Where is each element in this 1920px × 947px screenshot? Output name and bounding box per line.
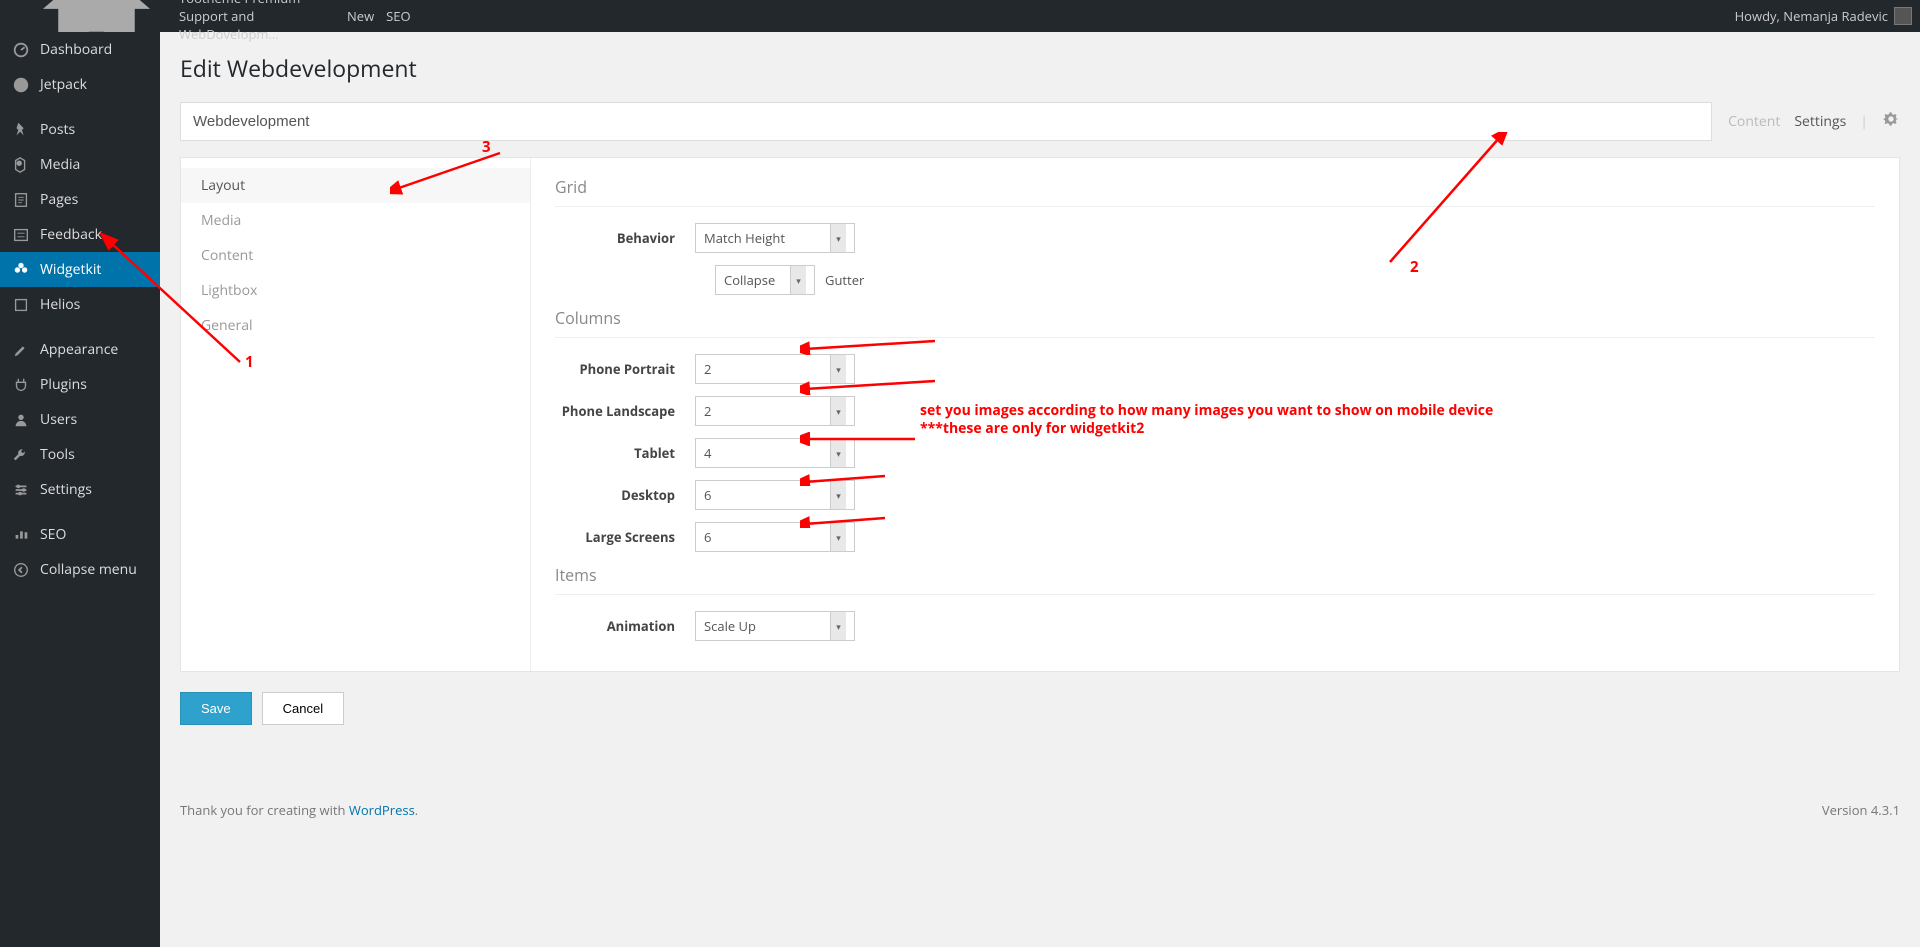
admin-bar: Yootheme Premium Support and WebDovelopm… — [0, 0, 1920, 32]
sidebar-item-widgetkit[interactable]: Widgetkit — [0, 252, 160, 287]
gutter-label: Gutter — [825, 271, 864, 289]
widget-name-input[interactable] — [180, 102, 1712, 141]
collapse-icon — [12, 561, 30, 579]
sidebar-item-tools[interactable]: Tools — [0, 437, 160, 472]
desktop-select[interactable]: 6▾ — [695, 480, 855, 510]
large-select[interactable]: 6▾ — [695, 522, 855, 552]
seo-link[interactable]: SEO — [386, 7, 410, 25]
desktop-label: Desktop — [555, 486, 695, 504]
action-buttons: Save Cancel — [180, 692, 1900, 725]
sidebar-item-media[interactable]: Media — [0, 147, 160, 182]
user-icon — [12, 411, 30, 429]
gear-icon[interactable] — [1882, 110, 1900, 133]
phone-landscape-select[interactable]: 2▾ — [695, 396, 855, 426]
new-label: New — [347, 7, 374, 25]
phone-portrait-select[interactable]: 2▾ — [695, 354, 855, 384]
form-icon — [12, 226, 30, 244]
helios-icon — [12, 296, 30, 314]
sidebar-item-pages[interactable]: Pages — [0, 182, 160, 217]
media-icon — [12, 156, 30, 174]
main-content: Edit Webdevelopment Content Settings | L… — [160, 32, 1920, 947]
behavior-select[interactable]: Match Height▾ — [695, 223, 855, 253]
tab-settings[interactable]: Settings — [1794, 112, 1846, 131]
save-button[interactable]: Save — [180, 692, 252, 725]
admin-sidebar: Dashboard Jetpack Posts Media Pages Feed… — [0, 32, 160, 947]
brush-icon — [12, 341, 30, 359]
chevron-down-icon: ▾ — [830, 224, 846, 252]
tab-content[interactable]: Content — [1728, 112, 1780, 131]
sidebar-item-helios[interactable]: Helios — [0, 287, 160, 322]
sidebar-item-users[interactable]: Users — [0, 402, 160, 437]
sidebar-item-plugins[interactable]: Plugins — [0, 367, 160, 402]
chevron-down-icon: ▾ — [830, 355, 846, 383]
settings-panel: Layout Media Content Lightbox General Gr… — [180, 157, 1900, 672]
large-label: Large Screens — [555, 528, 695, 546]
widgetkit-icon — [12, 261, 30, 279]
animation-select[interactable]: Scale Up▾ — [695, 611, 855, 641]
panel-nav: Layout Media Content Lightbox General — [181, 158, 531, 671]
chevron-down-icon: ▾ — [790, 266, 806, 294]
page-title: Edit Webdevelopment — [180, 52, 1900, 84]
chevron-down-icon: ▾ — [830, 439, 846, 467]
gauge-icon — [12, 41, 30, 59]
chevron-down-icon: ▾ — [830, 612, 846, 640]
section-items-title: Items — [555, 564, 1875, 595]
sidebar-item-dashboard[interactable]: Dashboard — [0, 32, 160, 67]
sidebar-item-appearance[interactable]: Appearance — [0, 332, 160, 367]
sidebar-item-feedback[interactable]: Feedback — [0, 217, 160, 252]
wordpress-link[interactable]: WordPress — [349, 801, 415, 819]
chevron-down-icon: ▾ — [830, 397, 846, 425]
pnav-content[interactable]: Content — [181, 238, 530, 273]
footer-version: Version 4.3.1 — [1822, 801, 1900, 819]
sidebar-item-seo[interactable]: SEO — [0, 517, 160, 552]
section-grid-title: Grid — [555, 176, 1875, 207]
pin-icon — [12, 121, 30, 139]
animation-label: Animation — [555, 617, 695, 635]
tablet-label: Tablet — [555, 444, 695, 462]
phone-portrait-label: Phone Portrait — [555, 360, 695, 378]
sidebar-item-settings[interactable]: Settings — [0, 472, 160, 507]
tablet-select[interactable]: 4▾ — [695, 438, 855, 468]
sidebar-item-jetpack[interactable]: Jetpack — [0, 67, 160, 102]
cancel-button[interactable]: Cancel — [262, 692, 344, 725]
page-icon — [12, 191, 30, 209]
panel-body: Grid Behavior Match Height▾ Collapse▾ Gu… — [531, 158, 1899, 671]
header-row: Content Settings | — [180, 102, 1900, 141]
sidebar-collapse[interactable]: Collapse menu — [0, 552, 160, 587]
pnav-layout[interactable]: Layout — [181, 168, 530, 203]
sidebar-item-posts[interactable]: Posts — [0, 112, 160, 147]
new-link[interactable]: New — [341, 7, 374, 25]
chevron-down-icon: ▾ — [830, 523, 846, 551]
chevron-down-icon: ▾ — [830, 481, 846, 509]
avatar — [1894, 7, 1912, 25]
pnav-lightbox[interactable]: Lightbox — [181, 273, 530, 308]
behavior-label: Behavior — [555, 229, 695, 247]
pnav-general[interactable]: General — [181, 308, 530, 343]
footer: Thank you for creating with WordPress. V… — [180, 785, 1900, 835]
jetpack-icon — [12, 76, 30, 94]
wrench-icon — [12, 446, 30, 464]
howdy-user[interactable]: Howdy, Nemanja Radevic — [1735, 7, 1912, 25]
plug-icon — [12, 376, 30, 394]
section-columns-title: Columns — [555, 307, 1875, 338]
chart-icon — [12, 526, 30, 544]
gutter-select[interactable]: Collapse▾ — [715, 265, 815, 295]
phone-landscape-label: Phone Landscape — [555, 402, 695, 420]
footer-thanks: Thank you for creating with — [180, 801, 349, 819]
sliders-icon — [12, 481, 30, 499]
pnav-media[interactable]: Media — [181, 203, 530, 238]
